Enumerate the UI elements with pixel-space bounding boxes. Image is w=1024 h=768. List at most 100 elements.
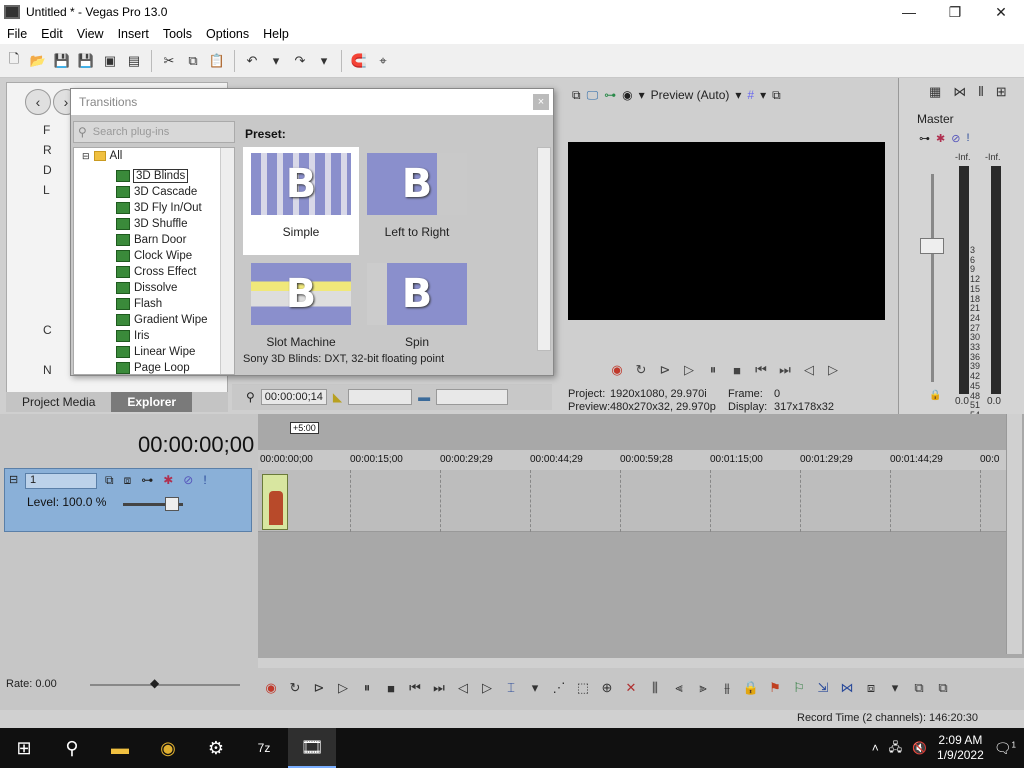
search-icon[interactable]: ⚲ bbox=[48, 728, 96, 768]
video-track-lane[interactable] bbox=[258, 470, 1006, 532]
tree-fragment[interactable]: D bbox=[43, 163, 52, 177]
timeline-horizontal-scrollbar[interactable] bbox=[258, 658, 1024, 668]
menu-help[interactable]: Help bbox=[256, 27, 296, 41]
search-plugins-field[interactable]: ⚲ Search plug-ins bbox=[73, 121, 235, 143]
trimmer-field-2[interactable] bbox=[436, 389, 509, 405]
overlays-icon[interactable]: # bbox=[747, 88, 754, 102]
transition-item[interactable]: Cross Effect bbox=[116, 264, 196, 280]
dialog-close-button[interactable]: × bbox=[533, 94, 549, 110]
start-icon[interactable]: ⊞ bbox=[0, 728, 48, 768]
lock-icon[interactable]: 🔒 bbox=[929, 390, 941, 401]
preset-slot-machine[interactable]: B Slot Machine bbox=[243, 257, 359, 365]
transition-item[interactable]: 3D Fly In/Out bbox=[116, 200, 202, 216]
bus-icon[interactable]: ⋈ bbox=[953, 84, 966, 100]
preview-fx-icon[interactable]: ◉ bbox=[622, 88, 632, 102]
back-icon[interactable]: ‹ bbox=[25, 89, 51, 115]
close-window-button[interactable]: ✕ bbox=[978, 0, 1024, 24]
rate-slider[interactable]: ◆ bbox=[150, 676, 159, 690]
preview-quality-dropdown-icon[interactable]: ▾ bbox=[735, 88, 741, 102]
preset-left-to-right[interactable]: B Left to Right bbox=[359, 147, 475, 255]
track-fx-icon[interactable]: ✱ bbox=[163, 473, 173, 488]
selection-tool-icon[interactable]: ⬚ bbox=[574, 680, 592, 696]
menu-view[interactable]: View bbox=[70, 27, 111, 41]
trim-start-icon[interactable]: ⫷ bbox=[670, 680, 688, 696]
master-fx-icon[interactable]: ✱ bbox=[936, 132, 945, 145]
preset-simple[interactable]: B Simple bbox=[243, 147, 359, 255]
zoom-tool-icon[interactable]: ⊕ bbox=[598, 680, 616, 696]
delete-icon[interactable]: ✕ bbox=[622, 680, 640, 696]
paste-icon[interactable]: 📋 bbox=[207, 51, 227, 71]
mute-icon[interactable]: ⊘ bbox=[951, 132, 960, 145]
tree-fragment[interactable]: F bbox=[43, 123, 50, 137]
collapse-icon[interactable]: ⊟ bbox=[82, 151, 90, 162]
overlays-dropdown-icon[interactable]: ▾ bbox=[760, 88, 766, 102]
image-icon[interactable]: ▬ bbox=[418, 390, 430, 404]
stop-icon[interactable]: ■ bbox=[728, 363, 746, 378]
solo-icon[interactable]: ! bbox=[966, 132, 969, 145]
record-icon[interactable]: ◉ bbox=[262, 680, 280, 696]
transition-item[interactable]: Barn Door bbox=[116, 232, 186, 248]
preview-properties-icon[interactable]: ⧉ bbox=[572, 88, 581, 103]
ignore-grouping-icon[interactable]: ⧈ bbox=[862, 680, 880, 696]
pause-icon[interactable]: ⏸ bbox=[704, 362, 722, 378]
play-icon[interactable]: ▷ bbox=[680, 362, 698, 378]
menu-file[interactable]: File bbox=[0, 27, 34, 41]
next-frame-icon[interactable]: ▷ bbox=[478, 680, 496, 696]
master-fader[interactable] bbox=[920, 238, 944, 254]
mute-track-icon[interactable]: ⊘ bbox=[183, 473, 193, 488]
what-is-this-icon[interactable]: ⌖ bbox=[373, 51, 393, 71]
tree-fragment[interactable]: R bbox=[43, 143, 52, 157]
notifications-icon[interactable]: 🗨1 bbox=[994, 740, 1016, 757]
external-monitor-icon[interactable]: 🖵 bbox=[587, 88, 599, 103]
split-icon[interactable]: ⫵ bbox=[718, 680, 736, 696]
go-to-end-icon[interactable]: ⏭ bbox=[776, 362, 794, 378]
menu-options[interactable]: Options bbox=[199, 27, 256, 41]
7zip-icon[interactable]: 7z bbox=[240, 728, 288, 768]
insert-marker-icon[interactable]: ⚑ bbox=[766, 680, 784, 696]
solo-track-icon[interactable]: ! bbox=[203, 473, 206, 488]
network-icon[interactable]: 🖧 bbox=[889, 738, 902, 759]
transition-item[interactable]: Dissolve bbox=[116, 280, 177, 296]
clock[interactable]: 2:09 AM 1/9/2022 bbox=[937, 733, 984, 763]
transition-item[interactable]: Gradient Wipe bbox=[116, 312, 208, 328]
play-icon[interactable]: ▷ bbox=[334, 680, 352, 696]
parent-motion-icon[interactable]: ⧈ bbox=[124, 473, 132, 488]
transition-item[interactable]: 3D Blinds bbox=[116, 168, 189, 184]
loop-icon[interactable]: ↻ bbox=[286, 680, 304, 696]
dialog-title-bar[interactable]: Transitions × bbox=[71, 89, 553, 115]
tab-project-media[interactable]: Project Media bbox=[6, 395, 111, 409]
lock-events-icon[interactable]: 🔒 bbox=[742, 680, 760, 696]
tab-explorer[interactable]: Explorer bbox=[111, 392, 193, 412]
trim-icon[interactable]: ⫼ bbox=[646, 680, 664, 696]
preview-fx-dropdown-icon[interactable]: ▾ bbox=[639, 88, 645, 102]
play-from-start-icon[interactable]: ⊳ bbox=[656, 362, 674, 378]
ignore-grouping-dropdown-icon[interactable]: ▾ bbox=[886, 680, 904, 696]
file-explorer-icon[interactable]: ▬ bbox=[96, 728, 144, 768]
loop-icon[interactable]: ↻ bbox=[632, 362, 650, 378]
downmix-icon[interactable]: ⫴ bbox=[978, 84, 983, 100]
presets-scrollbar[interactable] bbox=[537, 147, 551, 351]
menu-tools[interactable]: Tools bbox=[156, 27, 199, 41]
tree-fragment[interactable]: N bbox=[43, 363, 52, 377]
transition-item[interactable]: Clock Wipe bbox=[116, 248, 192, 264]
time-ruler[interactable]: 00:00:00;00 00:00:15;00 00:00:29;29 00:00:4… bbox=[258, 450, 1006, 470]
trimmer-timecode[interactable]: 00:00:00;14 bbox=[260, 389, 327, 405]
undo-dropdown-icon[interactable]: ▾ bbox=[266, 51, 286, 71]
mixer-icon[interactable]: ▦ bbox=[929, 84, 941, 100]
chrome-icon[interactable]: ◉ bbox=[144, 728, 192, 768]
tree-scrollbar[interactable] bbox=[220, 148, 234, 374]
tree-root-all[interactable]: ⊟ All bbox=[82, 150, 122, 162]
menu-insert[interactable]: Insert bbox=[111, 27, 156, 41]
redo-icon[interactable]: ↷ bbox=[290, 51, 310, 71]
transition-item[interactable]: Iris bbox=[116, 328, 149, 344]
insert-region-icon[interactable]: ⚐ bbox=[790, 680, 808, 696]
preset-spin[interactable]: B Spin bbox=[359, 257, 475, 365]
go-to-start-icon[interactable]: ⏮ bbox=[406, 680, 424, 696]
transition-item[interactable]: Flash bbox=[116, 296, 162, 312]
transition-item[interactable]: 3D Cascade bbox=[116, 184, 197, 200]
lock-envelopes-icon[interactable]: ⋈ bbox=[838, 680, 856, 696]
preview-quality[interactable]: Preview (Auto) bbox=[651, 88, 730, 102]
cut-icon[interactable]: ✂ bbox=[159, 51, 179, 71]
undo-icon[interactable]: ↶ bbox=[242, 51, 262, 71]
transition-item[interactable]: 3D Shuffle bbox=[116, 216, 188, 232]
